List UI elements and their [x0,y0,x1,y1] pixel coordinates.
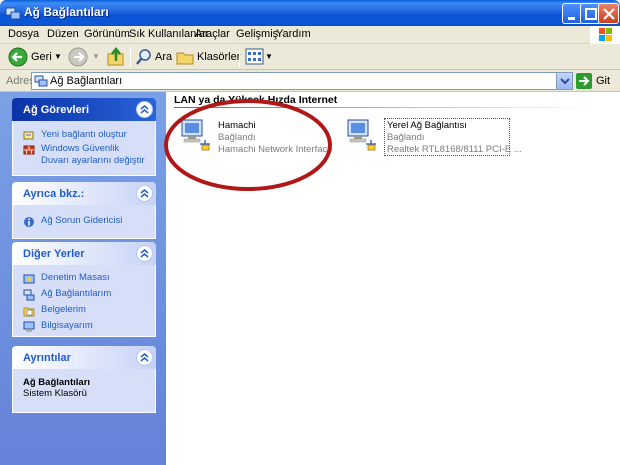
menu-advanced[interactable]: Gelişmiş [236,28,278,40]
collapse-button[interactable] [136,101,153,118]
details-type: Sistem Klasörü [23,388,87,399]
chevron-down-icon [560,78,570,85]
address-dropdown-button[interactable] [556,73,572,89]
search-label: Ara [155,51,173,63]
control-panel-icon [23,274,35,284]
connection-name: Yerel Ağ Bağlantısı [387,120,467,131]
chevron-up-icon [140,353,149,362]
other-places-header[interactable]: Diğer Yerler [12,242,156,265]
forward-button[interactable]: ▼ [66,45,102,69]
address-bar: Adres Ağ Bağlantıları Git [0,70,620,92]
see-also-title: Ayrıca bkz.: [23,188,85,200]
views-button[interactable]: ▼ [244,45,273,69]
address-value: Ağ Bağlantıları [50,75,123,87]
see-also-body: Ağ Sorun Gidericisi [12,205,156,239]
network-tasks-title: Ağ Görevleri [23,104,90,116]
menu-help[interactable]: Yardım [276,28,311,40]
toolbar-separator [239,47,240,67]
link-my-computer[interactable]: Bilgisayarım [23,320,147,332]
toolbar-separator [130,47,131,67]
forward-dropdown-icon[interactable]: ▼ [92,52,100,61]
back-label: Geri [31,51,52,63]
views-dropdown-icon[interactable]: ▼ [265,52,273,61]
menu-tools[interactable]: Araçlar [195,28,230,40]
task-new-connection[interactable]: Yeni bağlantı oluştur [23,129,147,141]
chevron-up-icon [140,189,149,198]
chevron-up-icon [140,105,149,114]
other-places-body: Denetim Masası Ağ Bağlantılarım Belgeler… [12,265,156,337]
go-arrow-icon [579,76,590,86]
collapse-button[interactable] [136,185,153,202]
window-title: Ağ Bağlantıları [24,5,109,19]
connection-device: Realtek RTL8168/8111 PCI-E ... [387,144,522,155]
task-pane: Ağ Görevleri Yeni bağlantı oluştur Windo… [0,92,166,465]
details-body: Ağ Bağlantıları Sistem Klasörü [12,369,156,413]
close-button[interactable] [598,3,619,24]
menu-file[interactable]: Dosya [8,28,39,40]
connection-status: Bağlandı [387,132,425,143]
other-places-panel: Diğer Yerler Denetim Masası Ağ Bağlantıl… [12,242,156,337]
connection-local-area[interactable]: Yerel Ağ Bağlantısı Bağlandı Realtek RTL… [346,118,522,158]
address-input[interactable]: Ağ Bağlantıları [31,72,573,90]
link-control-panel[interactable]: Denetim Masası [23,272,147,284]
chevron-up-icon [140,249,149,258]
toolbar: Geri ▼ ▼ Ara Klasörler ▼ [0,44,620,70]
help-info-icon [24,217,34,227]
search-button[interactable]: Ara [134,45,172,69]
details-header[interactable]: Ayrıntılar [12,346,156,369]
close-icon [603,8,615,20]
new-connection-icon [23,131,34,140]
forward-arrow-icon [68,47,88,67]
network-connections-icon [5,7,21,20]
menu-bar: Dosya Düzen Görünüm Sık Kullanılanlar Ar… [0,26,620,44]
network-connections-icon [34,75,48,87]
collapse-button[interactable] [136,245,153,262]
menu-edit[interactable]: Düzen [47,28,79,40]
annotation-ellipse [164,99,332,191]
go-button[interactable] [576,73,592,89]
my-computer-icon [23,321,35,332]
see-also-panel: Ayrıca bkz.: Ağ Sorun Gidericisi [12,182,156,239]
my-documents-icon [23,307,35,317]
up-folder-button[interactable] [105,45,127,69]
task-firewall-settings[interactable]: Windows Güvenlik Duvarı ayarlarını değiş… [23,143,147,167]
firewall-icon [23,145,35,155]
details-title: Ayrıntılar [23,352,71,364]
views-icon [245,48,264,65]
back-button[interactable]: Geri ▼ [6,45,64,69]
back-arrow-icon [8,47,28,67]
network-tasks-body: Yeni bağlantı oluştur Windows Güvenlik D… [12,121,156,176]
up-folder-icon [107,47,124,66]
folders-icon [176,52,194,65]
folders-button[interactable]: Klasörler [175,45,240,69]
title-bar[interactable]: Ağ Bağlantıları [0,0,620,26]
menu-view[interactable]: Görünüm [84,28,130,40]
link-my-documents[interactable]: Belgelerim [23,304,147,317]
see-also-header[interactable]: Ayrıca bkz.: [12,182,156,205]
network-tasks-panel: Ağ Görevleri Yeni bağlantı oluştur Windo… [12,98,156,176]
link-my-network-places[interactable]: Ağ Bağlantılarım [23,288,147,301]
search-icon [136,49,151,65]
network-adapter-icon [347,119,376,151]
folders-label: Klasörler [197,51,241,63]
details-name: Ağ Bağlantıları [23,377,91,388]
back-dropdown-icon[interactable]: ▼ [54,52,62,61]
other-places-title: Diğer Yerler [23,248,85,260]
details-panel: Ayrıntılar Ağ Bağlantıları Sistem Klasör… [12,346,156,413]
collapse-button[interactable] [136,349,153,366]
link-network-troubleshooter[interactable]: Ağ Sorun Gidericisi [23,215,147,227]
go-label[interactable]: Git [596,75,610,87]
network-tasks-header[interactable]: Ağ Görevleri [12,98,156,121]
network-places-icon [23,289,35,301]
windows-logo-icon [590,26,620,44]
